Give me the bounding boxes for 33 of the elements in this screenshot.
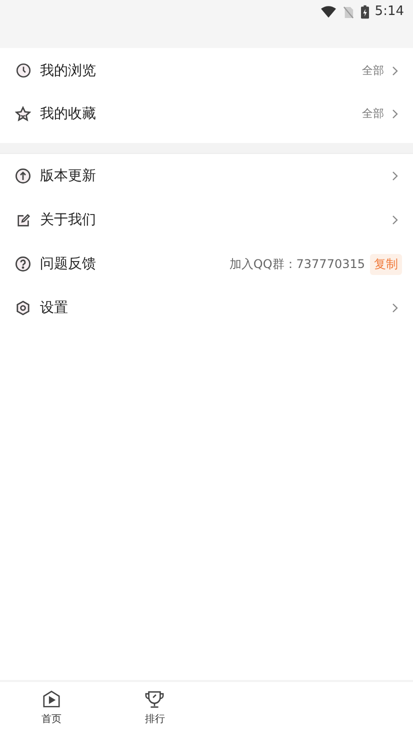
item-label: 关于我们 [40, 211, 96, 229]
settings-icon [15, 300, 31, 316]
no-sim-icon [342, 6, 354, 18]
menu-item[interactable]: 设置 [0, 286, 413, 330]
chevron-right-icon [392, 66, 398, 76]
play-icon [42, 690, 62, 709]
nav-tab[interactable]: 首页 [0, 682, 104, 734]
nav-tab[interactable]: 排行 [103, 682, 206, 734]
item-label: 设置 [40, 299, 68, 317]
view-all-link[interactable]: 全部 [362, 63, 384, 78]
item-label: 我的收藏 [40, 104, 96, 122]
menu-item[interactable]: 关于我们 [0, 198, 413, 242]
item-label: 我的浏览 [40, 62, 96, 80]
view-all-link[interactable]: 全部 [362, 106, 384, 121]
star-icon [15, 106, 31, 122]
chevron-right-icon [392, 215, 398, 225]
menu-item[interactable]: 我的收藏 全部 [0, 92, 413, 135]
item-label: 版本更新 [40, 167, 96, 185]
chevron-right-icon [392, 108, 398, 118]
chevron-right-icon [392, 171, 398, 181]
edit-icon [15, 212, 31, 228]
menu-item[interactable]: 版本更新 [0, 154, 413, 198]
menu-item[interactable]: 我的浏览 全部 [0, 49, 413, 92]
trophy-icon [144, 690, 166, 709]
menu-item[interactable]: 问题反馈 加入QQ群：737770315 复制 [0, 242, 413, 286]
help-icon [15, 256, 31, 272]
status-time: 5:14 [374, 4, 404, 20]
qq-group-text: 加入QQ群：737770315 [229, 256, 365, 272]
chevron-right-icon [392, 303, 398, 313]
wifi-icon [320, 6, 336, 18]
battery-icon [360, 5, 369, 19]
item-label: 问题反馈 [40, 255, 96, 273]
clock-icon [15, 62, 31, 78]
